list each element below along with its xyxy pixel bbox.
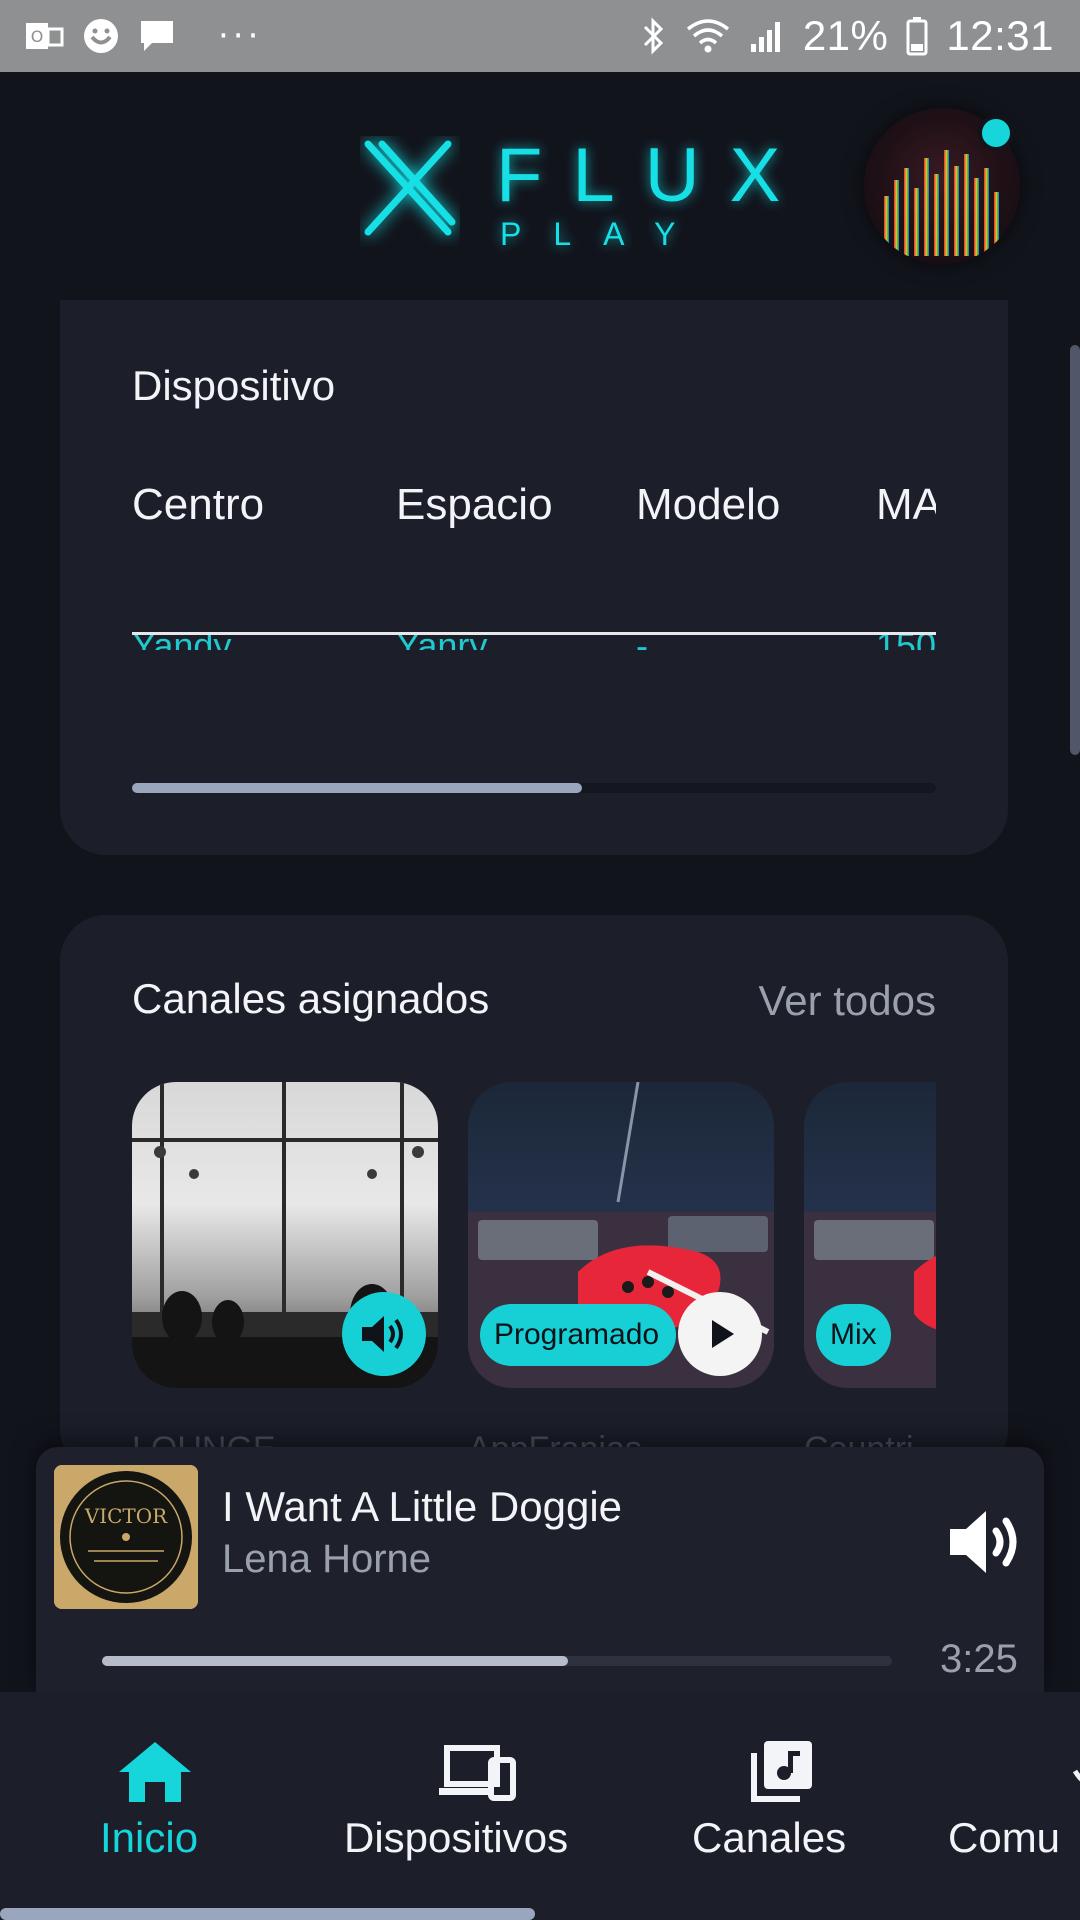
- column-header-espacio: Espacio: [396, 480, 553, 529]
- column-header-centro: Centro: [132, 480, 265, 529]
- table-scroll-thumb[interactable]: [132, 783, 583, 793]
- cell-ma: 150: [876, 625, 936, 650]
- nav-item-dispositivos[interactable]: Dispositivos: [340, 1692, 600, 1920]
- x-logo-icon: [364, 140, 456, 236]
- logo-line1: FLUX: [496, 133, 811, 218]
- online-status-dot: [978, 115, 1014, 151]
- channels-card-title: Canales asignados: [132, 975, 490, 1022]
- nav-item-comu[interactable]: Comu: [948, 1692, 1080, 1920]
- logo-wordmark: FLUX PLAY: [496, 138, 810, 254]
- mini-player[interactable]: VICTOR I Want A Little Doggie Lena Horne…: [36, 1447, 1044, 1692]
- column-header-ma: MA: [876, 480, 936, 529]
- bottom-navigation: Inicio Dispositivos Canales Comu: [0, 1692, 1080, 1920]
- channel-carousel[interactable]: LOUNGE Programado AppFranias: [132, 1082, 936, 1475]
- nav-horizontal-scrollbar[interactable]: [0, 1908, 535, 1920]
- logo-line2: PLAY: [500, 216, 708, 252]
- track-duration: 3:25: [940, 1637, 1018, 1681]
- nav-item-canales[interactable]: Canales: [690, 1692, 870, 1920]
- playback-progress-bar[interactable]: [102, 1656, 892, 1666]
- table-header-divider: [132, 632, 936, 635]
- mix-badge: Mix: [816, 1304, 891, 1366]
- status-bar-left: O ···: [24, 16, 262, 56]
- status-bar: O ··· 21% 12:31: [0, 0, 1080, 72]
- battery-percent: 21%: [802, 12, 889, 59]
- vinyl-record-icon: VICTOR: [54, 1465, 198, 1609]
- music-library-icon: [736, 1732, 826, 1812]
- signal-icon: [749, 18, 785, 54]
- channel-play-button[interactable]: [678, 1292, 762, 1376]
- nav-label-inicio: Inicio: [100, 1814, 199, 1861]
- channel-volume-button[interactable]: [342, 1292, 426, 1376]
- flux-play-logo: FLUX PLAY: [360, 132, 780, 252]
- bluetooth-icon: [641, 16, 667, 56]
- device-card-title: Dispositivo: [132, 362, 336, 409]
- message-icon: [138, 18, 176, 54]
- nav-label-comu: Comu: [948, 1814, 1061, 1861]
- cell-modelo: -: [636, 625, 648, 650]
- notification-overflow: ···: [218, 16, 263, 56]
- play-icon: [712, 1320, 734, 1348]
- player-volume-button[interactable]: [946, 1507, 1026, 1577]
- outlook-icon: O: [24, 19, 64, 53]
- channel-tile-lounge[interactable]: [132, 1082, 438, 1388]
- battery-icon: [906, 16, 928, 56]
- microphone-icon: [1048, 1732, 1080, 1812]
- volume-icon: [950, 1511, 1017, 1573]
- track-artist: Lena Horne: [222, 1537, 432, 1581]
- channel-tile-appfranias[interactable]: Programado: [468, 1082, 774, 1388]
- table-horizontal-scrollbar[interactable]: [132, 783, 936, 793]
- nav-item-inicio[interactable]: Inicio: [62, 1692, 248, 1920]
- track-title: I Want A Little Doggie: [222, 1483, 623, 1530]
- home-icon: [110, 1732, 200, 1812]
- cell-espacio: Yanry: [396, 625, 488, 650]
- album-cover: VICTOR: [54, 1465, 198, 1609]
- wifi-icon: [685, 17, 731, 55]
- status-bar-right: 21% 12:31: [641, 12, 1054, 60]
- vertical-scrollbar[interactable]: [1070, 345, 1080, 755]
- volume-icon: [362, 1316, 403, 1352]
- cell-centro: Yandy: [132, 625, 232, 650]
- nav-label-canales: Canales: [692, 1814, 847, 1861]
- column-header-modelo: Modelo: [636, 480, 781, 529]
- assigned-channels-card: Canales asignados Ver todos Programado M…: [60, 915, 1008, 1475]
- clock: 12:31: [946, 12, 1054, 59]
- playback-progress-fill: [102, 1656, 569, 1666]
- see-all-link[interactable]: Ver todos: [759, 977, 936, 1025]
- svg-text:O: O: [31, 27, 44, 46]
- cover-label: VICTOR: [84, 1504, 168, 1528]
- device-table[interactable]: Centro Espacio Modelo MA Yandy Yanry - 1…: [132, 480, 936, 650]
- programmed-badge: Programado: [480, 1304, 676, 1366]
- nav-label-dispositivos: Dispositivos: [344, 1814, 569, 1861]
- devices-icon: [432, 1732, 522, 1812]
- channel-tile-countri[interactable]: Mix: [804, 1082, 936, 1388]
- device-card: Dispositivo Centro Espacio Modelo MA Yan…: [60, 300, 1008, 855]
- smiley-icon: [82, 17, 120, 55]
